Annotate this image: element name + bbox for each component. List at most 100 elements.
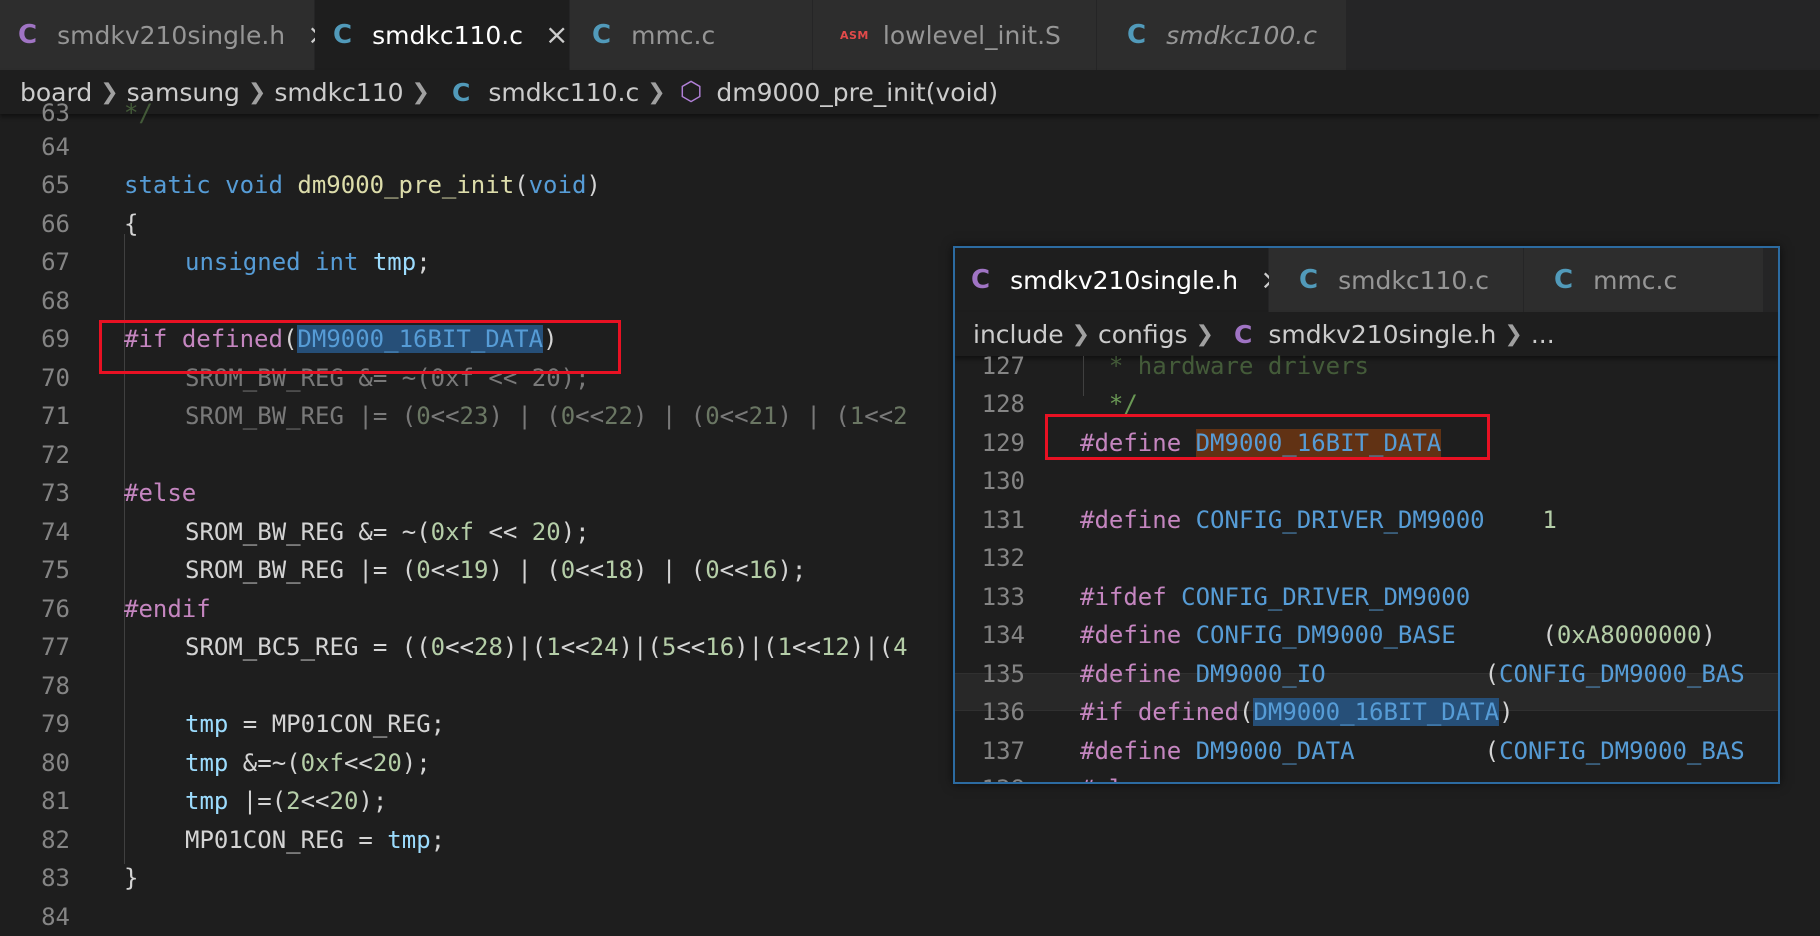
line-number: 77 bbox=[41, 633, 70, 661]
code-line: */ bbox=[124, 99, 153, 127]
code-line: #if defined(DM9000_16BIT_DATA) bbox=[1080, 698, 1514, 726]
code-line: SROM_BW_REG |= (0<<23) | (0<<22) | (0<<2… bbox=[185, 402, 908, 430]
c-file-icon: C bbox=[1299, 265, 1319, 295]
tab-smdkv210single-h[interactable]: C smdkv210single.h × bbox=[0, 0, 331, 70]
asm-file-icon: ASM bbox=[840, 28, 869, 42]
peek-tab-mmc-c[interactable]: C mmc.c bbox=[1524, 248, 1764, 312]
line-number: 137 bbox=[981, 737, 1025, 765]
tab-label: smdkc100.c bbox=[1166, 20, 1317, 50]
line-number: 136 bbox=[981, 698, 1025, 726]
code-line: { bbox=[124, 210, 139, 238]
line-number: 79 bbox=[41, 710, 70, 738]
code-line: static void dm9000_pre_init(void) bbox=[124, 171, 601, 199]
line-number: 127 bbox=[981, 352, 1025, 380]
breadcrumb-item-smdkc110[interactable]: smdkc110 bbox=[274, 78, 403, 107]
line-number: 65 bbox=[41, 171, 70, 199]
cube-icon: ⬡ bbox=[679, 77, 703, 107]
code-line: unsigned int tmp; bbox=[185, 248, 431, 276]
line-number: 129 bbox=[981, 429, 1025, 457]
line-number: 84 bbox=[41, 903, 70, 931]
breadcrumb: board ❯ samsung ❯ smdkc110 ❯ C smdkc110.… bbox=[0, 70, 1820, 114]
line-number: 63 bbox=[41, 99, 70, 127]
chevron-right-icon: ❯ bbox=[647, 79, 666, 105]
editor-tab-bar: C smdkv210single.h × C smdkc110.c × C mm… bbox=[0, 0, 1820, 70]
breadcrumb-item-file[interactable]: smdkv210single.h bbox=[1268, 320, 1496, 349]
line-number: 132 bbox=[981, 544, 1025, 572]
line-number: 66 bbox=[41, 210, 70, 238]
line-number: 138 bbox=[957, 770, 1025, 782]
tab-label: mmc.c bbox=[631, 20, 716, 50]
line-number: 133 bbox=[981, 583, 1025, 611]
tab-smdkc100-c[interactable]: C smdkc100.c bbox=[1097, 0, 1347, 70]
c-file-icon: C bbox=[592, 20, 612, 50]
peek-definition-window[interactable]: C smdkv210single.h × C smdkc110.c C mmc.… bbox=[953, 246, 1780, 784]
c-file-icon: C bbox=[18, 20, 38, 50]
annotation-highlight-box bbox=[99, 320, 621, 374]
c-file-icon: C bbox=[333, 20, 353, 50]
breadcrumb-item-more[interactable]: ... bbox=[1531, 320, 1555, 349]
code-line: #define DM9000_DATA (CONFIG_DM9000_BAS bbox=[1080, 737, 1745, 765]
chevron-right-icon: ❯ bbox=[1195, 321, 1214, 347]
code-line: tmp |=(2<<20); bbox=[185, 787, 388, 815]
tab-mmc-c[interactable]: C mmc.c bbox=[570, 0, 813, 70]
code-line: tmp = MP01CON_REG; bbox=[185, 710, 446, 738]
line-number: 67 bbox=[41, 248, 70, 276]
breadcrumb-item-file[interactable]: smdkc110.c bbox=[488, 78, 639, 107]
line-number: 128 bbox=[981, 390, 1025, 418]
line-number: 76 bbox=[41, 595, 70, 623]
code-line: #else bbox=[124, 479, 197, 507]
line-number: 82 bbox=[41, 826, 70, 854]
code-line: } bbox=[124, 864, 139, 892]
tab-label: smdkc110.c bbox=[1338, 265, 1489, 295]
code-line: #ifdef CONFIG_DRIVER_DM9000 bbox=[1080, 583, 1471, 611]
line-number: 81 bbox=[41, 787, 70, 815]
line-number: 134 bbox=[981, 621, 1025, 649]
line-number: 69 bbox=[41, 325, 70, 353]
line-number: 73 bbox=[41, 479, 70, 507]
tab-lowlevel-init-s[interactable]: ASM lowlevel_init.S bbox=[813, 0, 1097, 70]
line-number: 72 bbox=[41, 441, 70, 469]
code-line: #define DM9000_IO (CONFIG_DM9000_BAS bbox=[1080, 660, 1745, 688]
peek-tab-smdkv210single-h[interactable]: C smdkv210single.h × bbox=[955, 248, 1284, 312]
chevron-right-icon: ❯ bbox=[247, 79, 267, 105]
chevron-right-icon: ❯ bbox=[1071, 321, 1091, 347]
line-number: 71 bbox=[41, 402, 70, 430]
close-icon[interactable]: × bbox=[545, 21, 568, 49]
breadcrumb-item-symbol[interactable]: dm9000_pre_init(void) bbox=[716, 78, 998, 107]
c-file-icon: C bbox=[971, 265, 991, 295]
code-line: * hardware drivers bbox=[1080, 352, 1369, 380]
line-number: 75 bbox=[41, 556, 70, 584]
code-line: MP01CON_REG = tmp; bbox=[185, 826, 446, 854]
line-number: 70 bbox=[41, 364, 70, 392]
c-file-icon: C bbox=[1127, 20, 1147, 50]
chevron-right-icon: ❯ bbox=[1504, 321, 1523, 347]
code-line: #define CONFIG_DRIVER_DM9000 1 bbox=[1080, 506, 1557, 534]
code-line: SROM_BW_REG |= (0<<19) | (0<<18) | (0<<1… bbox=[185, 556, 807, 584]
breadcrumb-item-include[interactable]: include bbox=[973, 320, 1064, 349]
c-file-icon: C bbox=[451, 77, 471, 107]
chevron-right-icon: ❯ bbox=[411, 79, 430, 105]
line-number: 80 bbox=[41, 749, 70, 777]
chevron-right-icon: ❯ bbox=[100, 79, 119, 105]
peek-tab-smdkc110-c[interactable]: C smdkc110.c bbox=[1269, 248, 1524, 312]
breadcrumb-item-configs[interactable]: configs bbox=[1098, 320, 1188, 349]
line-number: 64 bbox=[41, 133, 70, 161]
peek-tab-bar: C smdkv210single.h × C smdkc110.c C mmc.… bbox=[955, 248, 1778, 312]
annotation-highlight-box bbox=[1045, 414, 1490, 460]
line-number: 83 bbox=[41, 864, 70, 892]
line-number: 131 bbox=[981, 506, 1025, 534]
c-file-icon: C bbox=[1554, 265, 1574, 295]
line-number: 68 bbox=[41, 287, 70, 315]
code-line: SROM_BC5_REG = ((0<<28)|(1<<24)|(5<<16)|… bbox=[185, 633, 908, 661]
code-line: #else bbox=[1080, 770, 1152, 782]
line-number: 135 bbox=[981, 660, 1025, 688]
code-line: tmp &=~(0xf<<20); bbox=[185, 749, 431, 777]
line-number: 78 bbox=[41, 672, 70, 700]
tab-smdkc110-c[interactable]: C smdkc110.c × bbox=[315, 0, 570, 70]
code-line: SROM_BW_REG &= ~(0xf << 20); bbox=[185, 518, 590, 546]
code-line: #define CONFIG_DM9000_BASE (0xA8000000) bbox=[1080, 621, 1716, 649]
tab-label: mmc.c bbox=[1593, 265, 1678, 295]
tab-label: smdkv210single.h bbox=[1010, 265, 1239, 295]
line-number: 74 bbox=[41, 518, 70, 546]
code-line: #endif bbox=[124, 595, 211, 623]
